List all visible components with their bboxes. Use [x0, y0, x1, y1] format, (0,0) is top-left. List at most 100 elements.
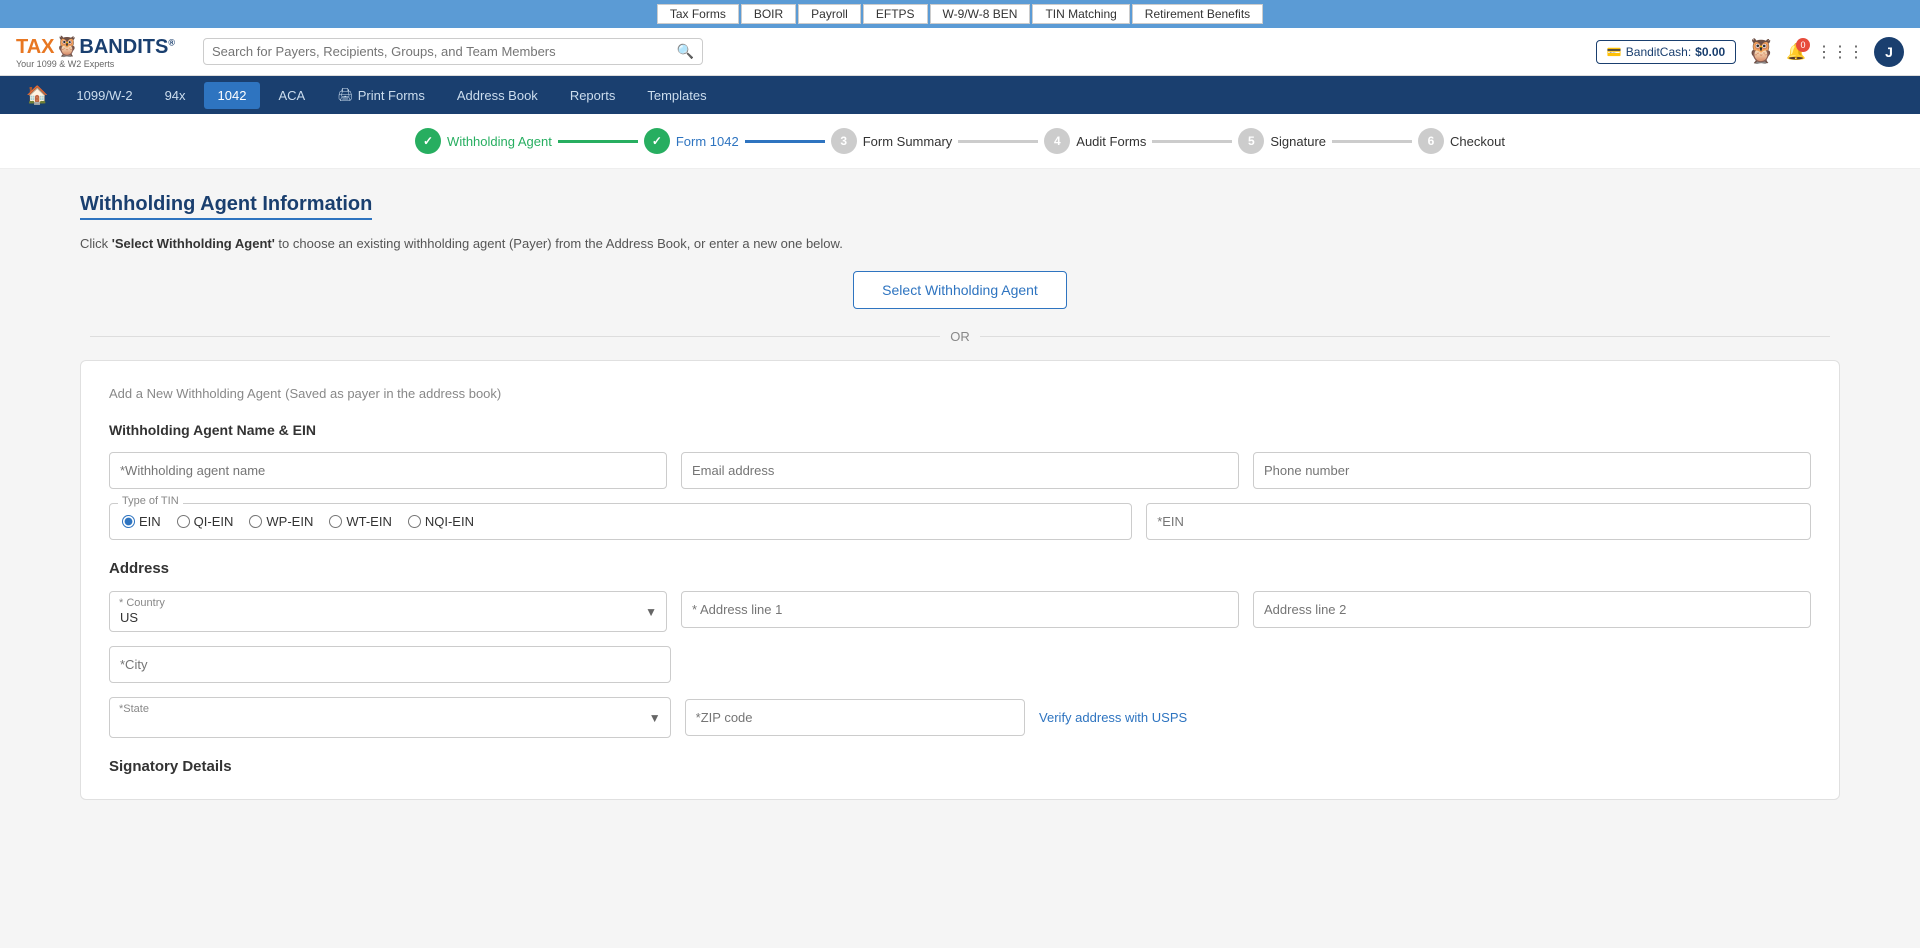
bandit-cash-label: BanditCash:	[1626, 45, 1691, 59]
owl-mascot: 🦉	[1746, 37, 1776, 66]
tin-wt-ein-option[interactable]: WT-EIN	[329, 514, 392, 529]
notification-badge: 0	[1796, 38, 1810, 52]
top-nav-w9-w8ben[interactable]: W-9/W-8 BEN	[930, 4, 1031, 24]
address1-field	[681, 591, 1239, 632]
tin-type-section: Type of TIN EIN QI-EIN WP-EIN WT-EIN	[109, 503, 1132, 540]
notifications-button[interactable]: 🔔 0	[1786, 42, 1806, 62]
bandit-cash-icon: 💳	[1607, 45, 1622, 59]
step-4-label: Audit Forms	[1076, 134, 1146, 149]
top-nav-tax-forms[interactable]: Tax Forms	[657, 4, 739, 24]
step-2: ✓ Form 1042	[644, 128, 739, 154]
zip-field	[685, 699, 1025, 736]
country-select[interactable]: US	[109, 591, 667, 632]
ein-input[interactable]	[1146, 503, 1811, 540]
phone-input[interactable]	[1253, 452, 1811, 489]
page-description: Click 'Select Withholding Agent' to choo…	[80, 236, 1840, 251]
verify-address-link[interactable]: Verify address with USPS	[1039, 710, 1187, 725]
step-4: 4 Audit Forms	[1044, 128, 1146, 154]
top-nav-retirement[interactable]: Retirement Benefits	[1132, 4, 1263, 24]
top-nav-boir[interactable]: BOIR	[741, 4, 796, 24]
search-input[interactable]	[212, 44, 677, 59]
address-row-3: *State ▼ Verify address with USPS	[109, 697, 1811, 738]
connector-3-4	[958, 140, 1038, 143]
tin-wp-ein-radio[interactable]	[249, 515, 262, 528]
user-avatar[interactable]: J	[1874, 37, 1904, 67]
phone-field	[1253, 452, 1811, 489]
step-3-label: Form Summary	[863, 134, 953, 149]
step-2-circle: ✓	[644, 128, 670, 154]
nav-1042[interactable]: 1042	[204, 82, 261, 109]
connector-1-2	[558, 140, 638, 143]
form-card-subtitle: (Saved as payer in the address book)	[285, 386, 501, 401]
connector-5-6	[1332, 140, 1412, 143]
tin-legend: Type of TIN	[118, 495, 183, 507]
state-select[interactable]	[109, 697, 671, 738]
header: TAX🦉BANDITS® Your 1099 & W2 Experts 🔍 💳 …	[0, 28, 1920, 76]
tin-nqi-ein-radio[interactable]	[408, 515, 421, 528]
name-ein-section-title: Withholding Agent Name & EIN	[109, 422, 1811, 438]
zip-input[interactable]	[685, 699, 1025, 736]
step-6-circle: 6	[1418, 128, 1444, 154]
tin-nqi-ein-option[interactable]: NQI-EIN	[408, 514, 474, 529]
step-1: ✓ Withholding Agent	[415, 128, 552, 154]
address2-field	[1253, 591, 1811, 632]
address1-input[interactable]	[681, 591, 1239, 628]
step-5: 5 Signature	[1238, 128, 1326, 154]
tin-qi-ein-option[interactable]: QI-EIN	[177, 514, 234, 529]
logo: TAX🦉BANDITS® Your 1099 & W2 Experts	[16, 34, 175, 69]
city-input[interactable]	[109, 646, 671, 683]
step-6: 6 Checkout	[1418, 128, 1505, 154]
address-row-1: * Country US ▼	[109, 591, 1811, 632]
step-4-circle: 4	[1044, 128, 1070, 154]
top-navigation: Tax Forms BOIR Payroll EFTPS W-9/W-8 BEN…	[0, 0, 1920, 28]
signatory-section-title: Signatory Details	[109, 758, 1811, 775]
step-3-circle: 3	[831, 128, 857, 154]
tin-qi-ein-radio[interactable]	[177, 515, 190, 528]
top-nav-tin-matching[interactable]: TIN Matching	[1032, 4, 1129, 24]
connector-2-3	[745, 140, 825, 143]
step-1-label: Withholding Agent	[447, 134, 552, 149]
email-input[interactable]	[681, 452, 1239, 489]
city-field	[109, 646, 671, 683]
header-actions: 💳 BanditCash: $0.00 🦉 🔔 0 ⋮⋮⋮ J	[1596, 37, 1904, 67]
address2-input[interactable]	[1253, 591, 1811, 628]
top-nav-eftps[interactable]: EFTPS	[863, 4, 928, 24]
nav-reports[interactable]: Reports	[556, 82, 630, 109]
nav-aca[interactable]: ACA	[264, 82, 319, 109]
tin-ein-option[interactable]: EIN	[122, 514, 161, 529]
nav-address-book[interactable]: Address Book	[443, 82, 552, 109]
address-section-title: Address	[109, 560, 1811, 577]
nav-print-forms[interactable]: 🖨 Print Forms	[323, 81, 439, 109]
agent-name-input[interactable]	[109, 452, 667, 489]
step-5-label: Signature	[1270, 134, 1326, 149]
select-btn-container: Select Withholding Agent	[80, 271, 1840, 309]
tin-ein-row: Type of TIN EIN QI-EIN WP-EIN WT-EIN	[109, 503, 1811, 540]
main-content: Withholding Agent Information Click 'Sel…	[0, 169, 1920, 948]
bandit-cash-value: $0.00	[1695, 45, 1725, 59]
step-3: 3 Form Summary	[831, 128, 953, 154]
page-title: Withholding Agent Information	[80, 193, 372, 220]
nav-1099-w2[interactable]: 1099/W-2	[62, 82, 146, 109]
email-field	[681, 452, 1239, 489]
search-bar[interactable]: 🔍	[203, 38, 703, 65]
nav-94x[interactable]: 94x	[151, 82, 200, 109]
top-nav-payroll[interactable]: Payroll	[798, 4, 861, 24]
tin-wp-ein-option[interactable]: WP-EIN	[249, 514, 313, 529]
tin-ein-radio[interactable]	[122, 515, 135, 528]
step-1-circle: ✓	[415, 128, 441, 154]
agent-name-field	[109, 452, 667, 489]
name-email-phone-row	[109, 452, 1811, 489]
ein-field	[1146, 503, 1811, 540]
select-withholding-agent-button[interactable]: Select Withholding Agent	[853, 271, 1067, 309]
home-button[interactable]: 🏠	[16, 79, 58, 112]
step-6-label: Checkout	[1450, 134, 1505, 149]
form-card: Add a New Withholding Agent (Saved as pa…	[80, 360, 1840, 800]
nav-templates[interactable]: Templates	[633, 82, 720, 109]
connector-4-5	[1152, 140, 1232, 143]
bandit-cash[interactable]: 💳 BanditCash: $0.00	[1596, 40, 1736, 64]
apps-button[interactable]: ⋮⋮⋮	[1816, 42, 1864, 62]
search-icon: 🔍	[677, 43, 694, 60]
country-field: * Country US ▼	[109, 591, 667, 632]
tin-wt-ein-radio[interactable]	[329, 515, 342, 528]
step-2-label: Form 1042	[676, 134, 739, 149]
